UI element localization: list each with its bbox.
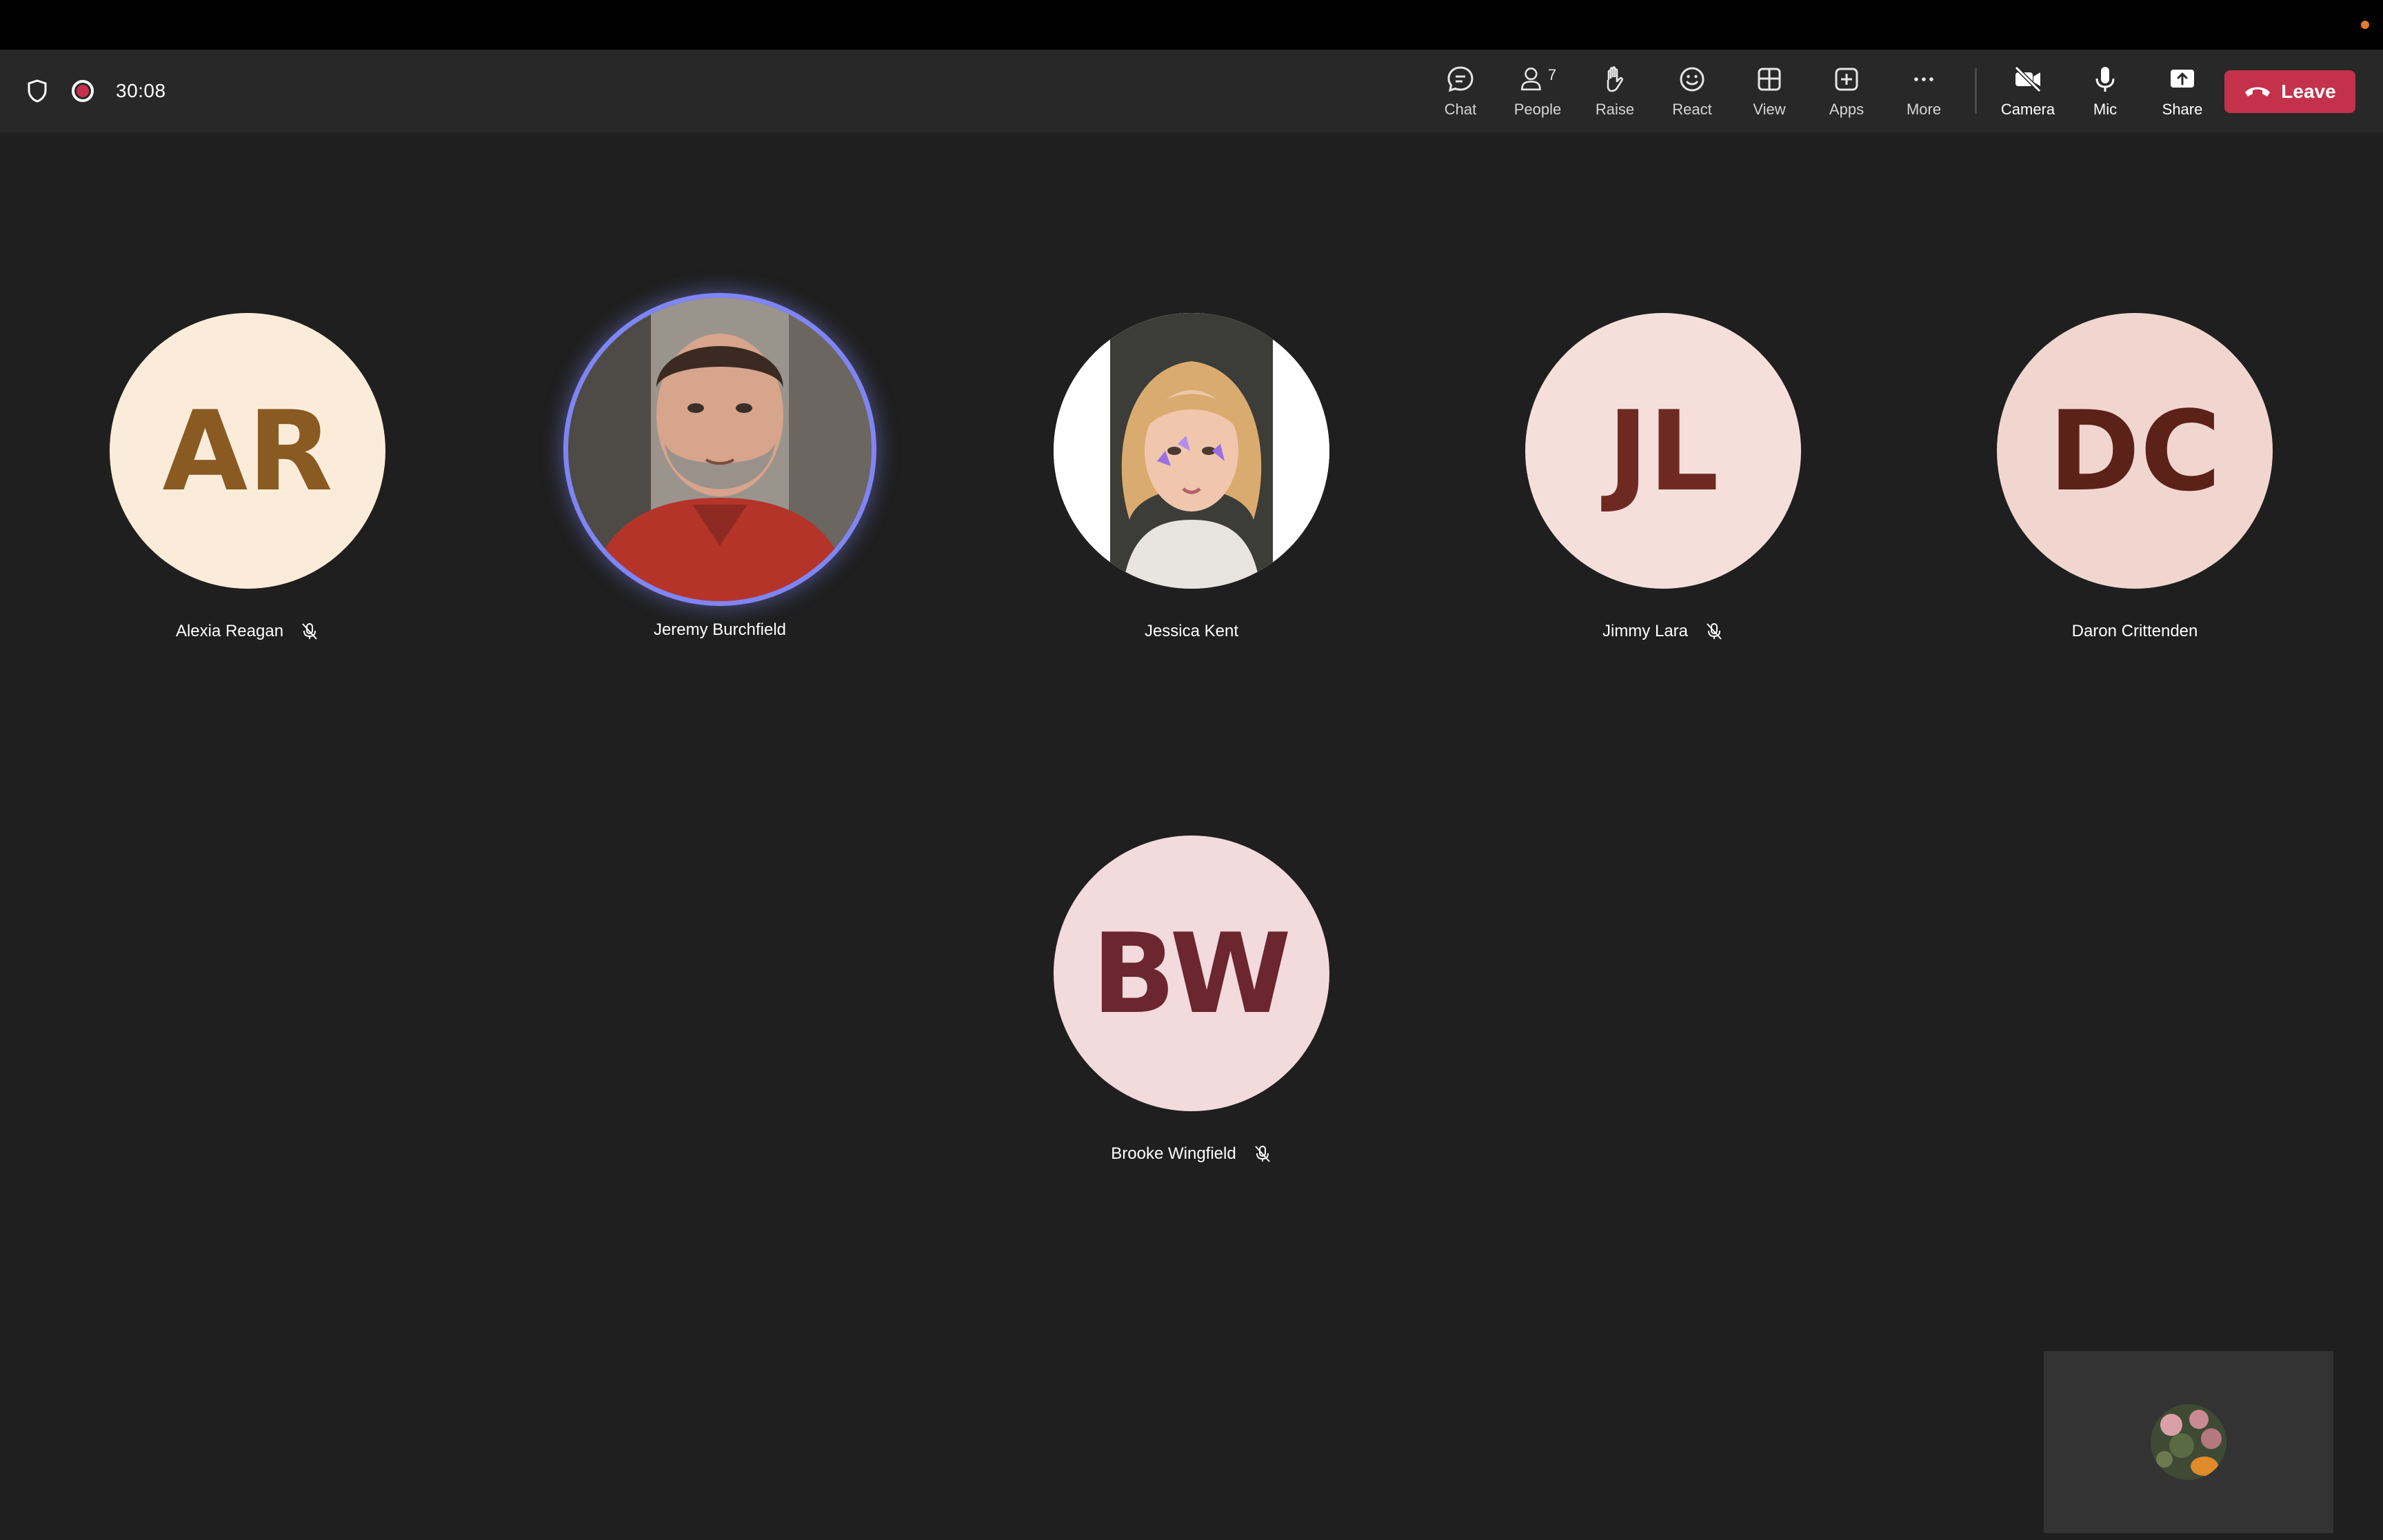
raise-hand-icon — [1607, 66, 1623, 92]
participant-name: Jessica Kent — [1144, 622, 1239, 640]
share-button[interactable]: Share — [2144, 50, 2221, 132]
more-button[interactable]: More — [1885, 50, 1962, 132]
participant-name: Alexia Reagan — [175, 622, 284, 640]
chat-label: Chat — [1444, 101, 1477, 118]
mic-off-icon — [302, 623, 317, 640]
participant-name-row: Jimmy Lara — [1484, 622, 1842, 641]
more-label: More — [1906, 101, 1942, 118]
participant-name: Daron Crittenden — [2071, 622, 2198, 640]
raise-hand-button[interactable]: Raise — [1576, 50, 1653, 132]
participant-name: Jeremy Burchfield — [653, 620, 787, 639]
view-button[interactable]: View — [1731, 50, 1808, 132]
meeting-status: 30:08 — [25, 50, 166, 132]
add-app-icon — [1835, 68, 1858, 91]
participant-tile-jeremy-burchfield[interactable]: Jeremy Burchfield — [541, 298, 899, 640]
participant-name-row: Jeremy Burchfield — [541, 620, 899, 640]
apps-label: Apps — [1829, 101, 1864, 118]
mic-icon — [2095, 67, 2115, 92]
avatar: AR — [110, 313, 385, 589]
people-icon — [1520, 68, 1541, 91]
shield-icon[interactable] — [25, 77, 50, 105]
avatar: JL — [1525, 313, 1801, 589]
chat-button[interactable]: Chat — [1422, 50, 1499, 132]
video-feed — [568, 298, 872, 601]
people-button[interactable]: 7 People — [1499, 50, 1576, 132]
meeting-timer: 30:08 — [116, 80, 166, 101]
video-feed — [1054, 313, 1329, 589]
participant-name: Jimmy Lara — [1602, 622, 1689, 640]
participant-tile-brooke-wingfield[interactable]: BW Brooke Wingfield — [1012, 835, 1371, 1164]
self-avatar — [2151, 1404, 2226, 1480]
raise-label: Raise — [1595, 101, 1635, 118]
participant-name-row: Brooke Wingfield — [1012, 1144, 1371, 1164]
mic-label: Mic — [2093, 101, 2118, 118]
share-icon — [2171, 70, 2194, 88]
mic-off-icon — [1254, 1146, 1270, 1162]
more-icon — [1914, 77, 1933, 81]
react-label: React — [1672, 101, 1712, 118]
avatar-initials: BW — [1092, 909, 1291, 1038]
view-label: View — [1753, 101, 1786, 118]
react-button[interactable]: React — [1653, 50, 1731, 132]
participant-name-row: Daron Crittenden — [1955, 622, 2314, 641]
window-top-bar — [0, 0, 2383, 50]
avatar: BW — [1054, 835, 1329, 1111]
leave-label: Leave — [2281, 81, 2336, 102]
participant-tile-jimmy-lara[interactable]: JL Jimmy Lara — [1484, 313, 1842, 641]
mic-off-icon — [1707, 623, 1722, 640]
share-label: Share — [2162, 101, 2203, 118]
camera-off-icon — [2014, 65, 2042, 93]
meeting-control-bar: 30:08 Chat 7 People Raise React View App… — [0, 50, 2383, 132]
participant-tile-alexia-reagan[interactable]: AR Alexia Reagan — [68, 313, 427, 641]
avatar-initials: JL — [1607, 386, 1719, 516]
camera-button[interactable]: Camera — [1989, 50, 2067, 132]
avatar: DC — [1997, 313, 2273, 589]
participant-name-row: Alexia Reagan — [68, 622, 427, 641]
participant-tile-jessica-kent[interactable]: Jessica Kent — [1012, 313, 1371, 641]
chat-icon — [1447, 66, 1474, 92]
layout-grid-icon — [1758, 68, 1781, 91]
avatar-initials: AR — [162, 386, 333, 516]
avatar-initials: DC — [2048, 386, 2222, 516]
leave-button[interactable]: Leave — [2224, 70, 2355, 113]
participant-name: Brooke Wingfield — [1111, 1144, 1236, 1163]
camera-label: Camera — [2000, 101, 2055, 118]
mic-button[interactable]: Mic — [2067, 50, 2144, 132]
self-avatar-image — [2151, 1404, 2226, 1480]
self-view-tile[interactable] — [2044, 1351, 2333, 1533]
toolbar-divider — [1975, 68, 1977, 114]
participant-video-image — [568, 298, 872, 601]
apps-button[interactable]: Apps — [1808, 50, 1885, 132]
participant-video-image — [1054, 313, 1329, 589]
people-count: 7 — [1547, 66, 1557, 83]
participant-tile-daron-crittenden[interactable]: DC Daron Crittenden — [1955, 313, 2314, 641]
hang-up-icon — [2245, 87, 2271, 97]
meeting-toolbar: Chat 7 People Raise React View Apps More… — [1422, 50, 2221, 132]
recording-icon — [72, 80, 94, 102]
notification-dot — [2361, 21, 2369, 29]
people-label: People — [1514, 101, 1562, 118]
smile-icon — [1680, 67, 1705, 92]
participant-name-row: Jessica Kent — [1012, 622, 1371, 641]
